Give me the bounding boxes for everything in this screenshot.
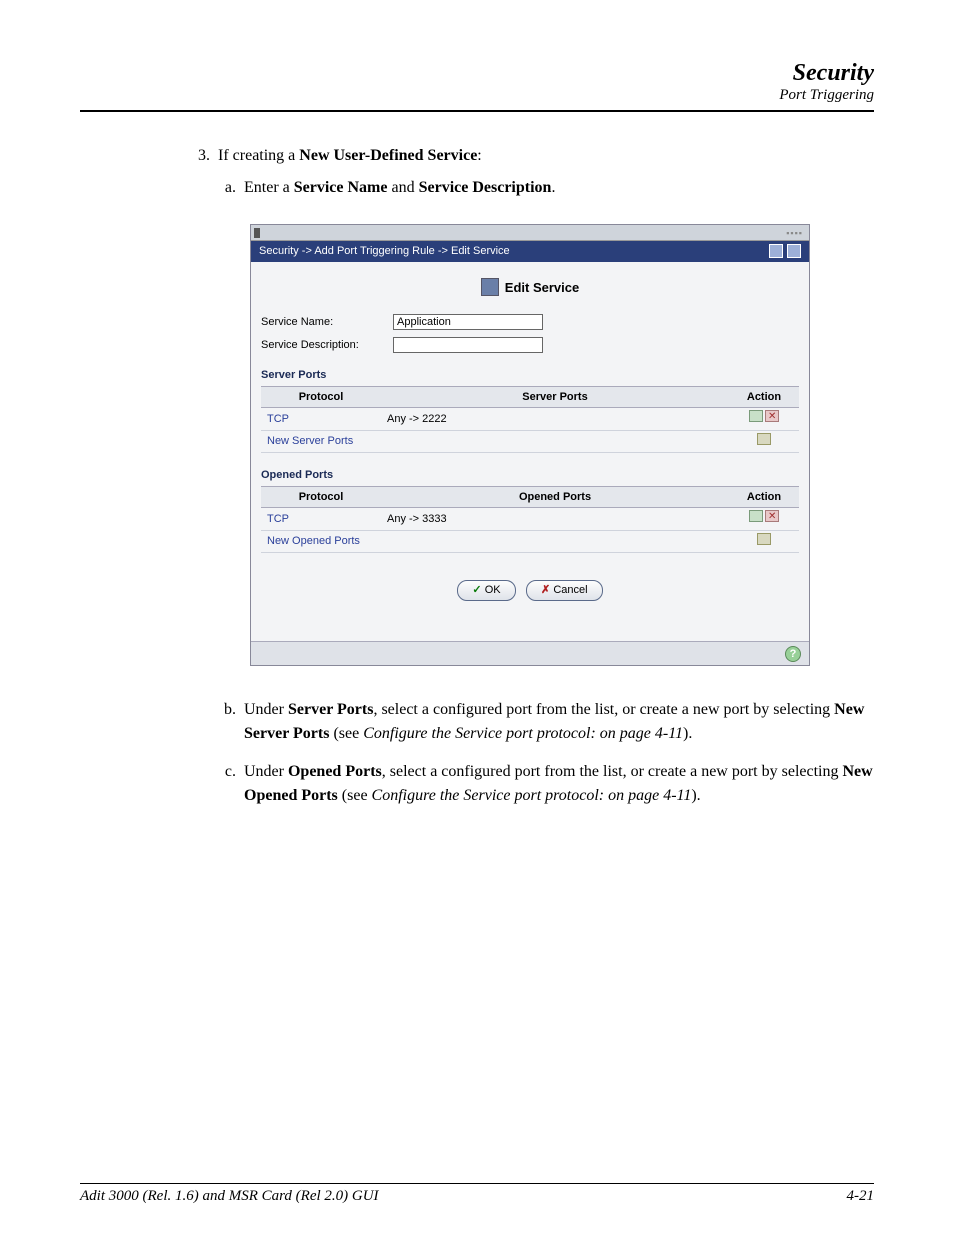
ports-cell: Any -> 3333 <box>381 508 729 531</box>
footer-left: Adit 3000 (Rel. 1.6) and MSR Card (Rel 2… <box>80 1188 379 1205</box>
help-icon[interactable]: ? <box>785 646 801 662</box>
edit-icon[interactable] <box>749 410 763 422</box>
step-letter: a. <box>218 176 244 200</box>
delete-icon[interactable] <box>765 410 779 422</box>
new-server-ports-link[interactable]: New Server Ports <box>261 430 381 453</box>
server-ports-table: Protocol Server Ports Action TCP Any -> … <box>261 386 799 454</box>
panel-title: Edit Service <box>261 270 799 312</box>
step-3b: b. Under Server Ports, select a configur… <box>218 698 874 746</box>
ports-cell: Any -> 2222 <box>381 408 729 431</box>
col-opened-ports: Opened Ports <box>381 486 729 508</box>
col-action: Action <box>729 386 799 408</box>
page-header: Security Port Triggering <box>80 60 874 112</box>
col-protocol: Protocol <box>261 486 381 508</box>
breadcrumb: Security -> Add Port Triggering Rule -> … <box>259 243 510 260</box>
table-row: TCP Any -> 3333 <box>261 508 799 531</box>
table-row: New Server Ports <box>261 430 799 453</box>
table-row: New Opened Ports <box>261 530 799 553</box>
breadcrumb-bar: Security -> Add Port Triggering Rule -> … <box>251 241 809 262</box>
server-ports-heading: Server Ports <box>261 367 799 384</box>
add-icon[interactable] <box>757 533 771 545</box>
step-letter: b. <box>218 698 244 746</box>
edit-icon[interactable] <box>748 513 764 525</box>
window-titlebar: ▪▪▪▪ <box>251 225 809 241</box>
service-icon <box>481 278 499 296</box>
opened-ports-table: Protocol Opened Ports Action TCP Any -> … <box>261 486 799 554</box>
step-letter: c. <box>218 760 244 808</box>
new-opened-ports-link[interactable]: New Opened Ports <box>261 530 381 553</box>
step-3: 3. If creating a New User-Defined Servic… <box>190 144 874 168</box>
service-name-label: Service Name: <box>261 314 393 331</box>
footer-right: 4-21 <box>847 1188 875 1205</box>
col-protocol: Protocol <box>261 386 381 408</box>
protocol-link[interactable]: TCP <box>261 408 381 431</box>
service-desc-label: Service Description: <box>261 337 393 354</box>
table-row: TCP Any -> 2222 <box>261 408 799 431</box>
col-action: Action <box>729 486 799 508</box>
add-icon[interactable] <box>757 433 771 445</box>
service-desc-input[interactable] <box>393 337 543 353</box>
page-footer: Adit 3000 (Rel. 1.6) and MSR Card (Rel 2… <box>80 1183 874 1205</box>
step-3c: c. Under Opened Ports, select a configur… <box>218 760 874 808</box>
service-name-input[interactable] <box>393 314 543 330</box>
delete-icon[interactable] <box>765 510 779 522</box>
edit-service-screenshot: ▪▪▪▪ Security -> Add Port Triggering Rul… <box>250 224 810 666</box>
step-number: 3. <box>190 144 218 168</box>
col-server-ports: Server Ports <box>381 386 729 408</box>
opened-ports-heading: Opened Ports <box>261 467 799 484</box>
protocol-link[interactable]: TCP <box>261 508 381 531</box>
header-subtitle: Port Triggering <box>80 87 874 104</box>
header-title: Security <box>80 60 874 87</box>
cancel-button[interactable]: ✗ Cancel <box>526 580 603 601</box>
list-icon[interactable] <box>787 244 801 258</box>
step-3a: a. Enter a Service Name and Service Desc… <box>218 176 874 200</box>
sitemap-icon[interactable] <box>769 244 783 258</box>
ok-button[interactable]: ✓ OK <box>457 580 515 601</box>
